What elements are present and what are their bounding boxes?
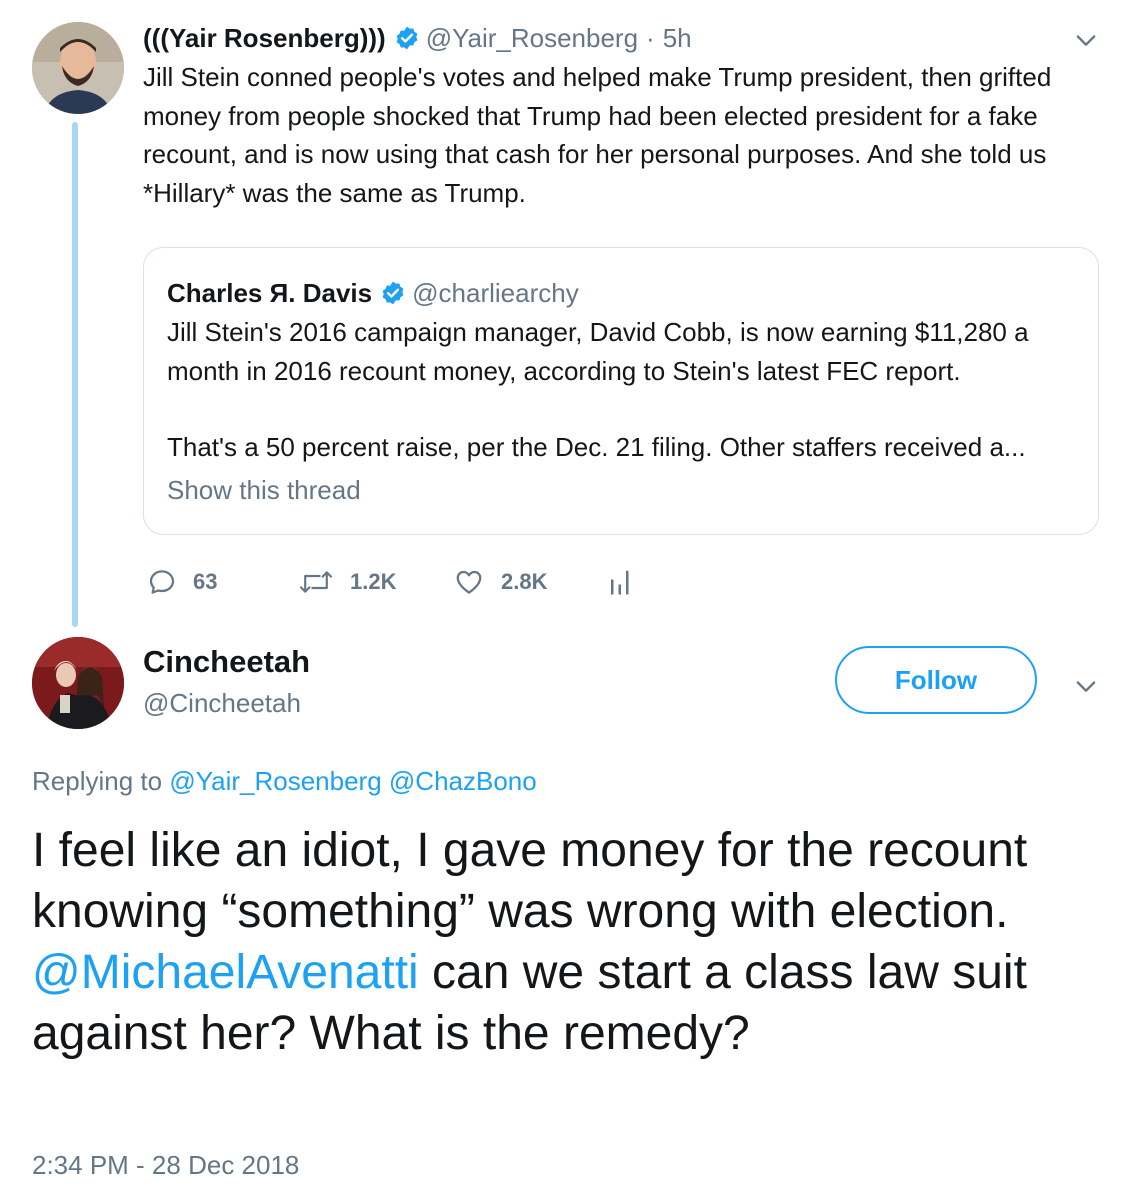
reply-text-start: I feel like an idiot, I gave money for t… bbox=[32, 824, 1028, 938]
tweet-time[interactable]: 5h bbox=[663, 23, 692, 54]
analytics-button[interactable] bbox=[608, 560, 650, 604]
replying-to-link-yair[interactable]: @Yair_Rosenberg bbox=[169, 766, 381, 796]
retweet-icon bbox=[299, 571, 333, 593]
like-count: 2.8K bbox=[501, 569, 548, 594]
replying-to-link-chazbono[interactable]: @ChazBono bbox=[389, 766, 537, 796]
header-separator: · bbox=[646, 22, 655, 53]
analytics-icon bbox=[611, 570, 629, 595]
reply-author-handle[interactable]: @Cincheetah bbox=[143, 688, 301, 719]
chevron-down-icon[interactable] bbox=[1072, 26, 1100, 54]
quoted-tweet-text-continued: That's a 50 percent raise, per the Dec. … bbox=[167, 432, 1026, 462]
reply-count: 63 bbox=[193, 569, 218, 594]
quoted-author-name: Charles Я. Davis bbox=[167, 277, 373, 308]
reply-timestamp[interactable]: 2:34 PM - 28 Dec 2018 bbox=[32, 1150, 299, 1181]
verified-badge-icon bbox=[380, 280, 406, 306]
retweet-count: 1.2K bbox=[350, 569, 397, 594]
avatar-photo bbox=[32, 637, 124, 729]
thread-connector bbox=[72, 122, 78, 627]
reply-icon bbox=[149, 570, 175, 594]
quoted-tweet-text: Jill Stein's 2016 campaign manager, Davi… bbox=[167, 317, 1029, 386]
reply-button[interactable]: 63 bbox=[147, 560, 217, 604]
follow-button[interactable]: Follow bbox=[835, 646, 1037, 714]
replying-to-line: Replying to @Yair_Rosenberg @ChazBono bbox=[32, 766, 537, 797]
heart-icon bbox=[456, 570, 482, 594]
mention-link[interactable]: @MichaelAvenatti bbox=[32, 946, 419, 999]
replying-to-label: Replying to bbox=[32, 766, 163, 796]
retweet-button[interactable]: 1.2K bbox=[298, 560, 396, 604]
chevron-down-icon[interactable] bbox=[1072, 672, 1100, 700]
tweet-header: (((Yair Rosenberg))) @Yair_Rosenberg · 5… bbox=[143, 18, 692, 58]
reply-text: I feel like an idiot, I gave money for t… bbox=[32, 820, 1112, 1064]
show-thread-link[interactable]: Show this thread bbox=[167, 475, 361, 506]
verified-badge-icon bbox=[394, 25, 420, 51]
quoted-tweet-header: Charles Я. Davis @charliearchy bbox=[167, 274, 579, 312]
author-name[interactable]: (((Yair Rosenberg))) bbox=[143, 23, 386, 54]
author-avatar[interactable] bbox=[32, 22, 124, 114]
reply-author-name[interactable]: Cincheetah bbox=[143, 644, 310, 680]
like-button[interactable]: 2.8K bbox=[453, 560, 547, 604]
avatar-photo bbox=[32, 22, 124, 114]
quoted-author-handle: @charliearchy bbox=[412, 277, 579, 308]
tweet-text: Jill Stein conned people's votes and hel… bbox=[143, 62, 1052, 208]
author-handle[interactable]: @Yair_Rosenberg bbox=[426, 23, 638, 54]
reply-author-avatar[interactable] bbox=[32, 637, 124, 729]
